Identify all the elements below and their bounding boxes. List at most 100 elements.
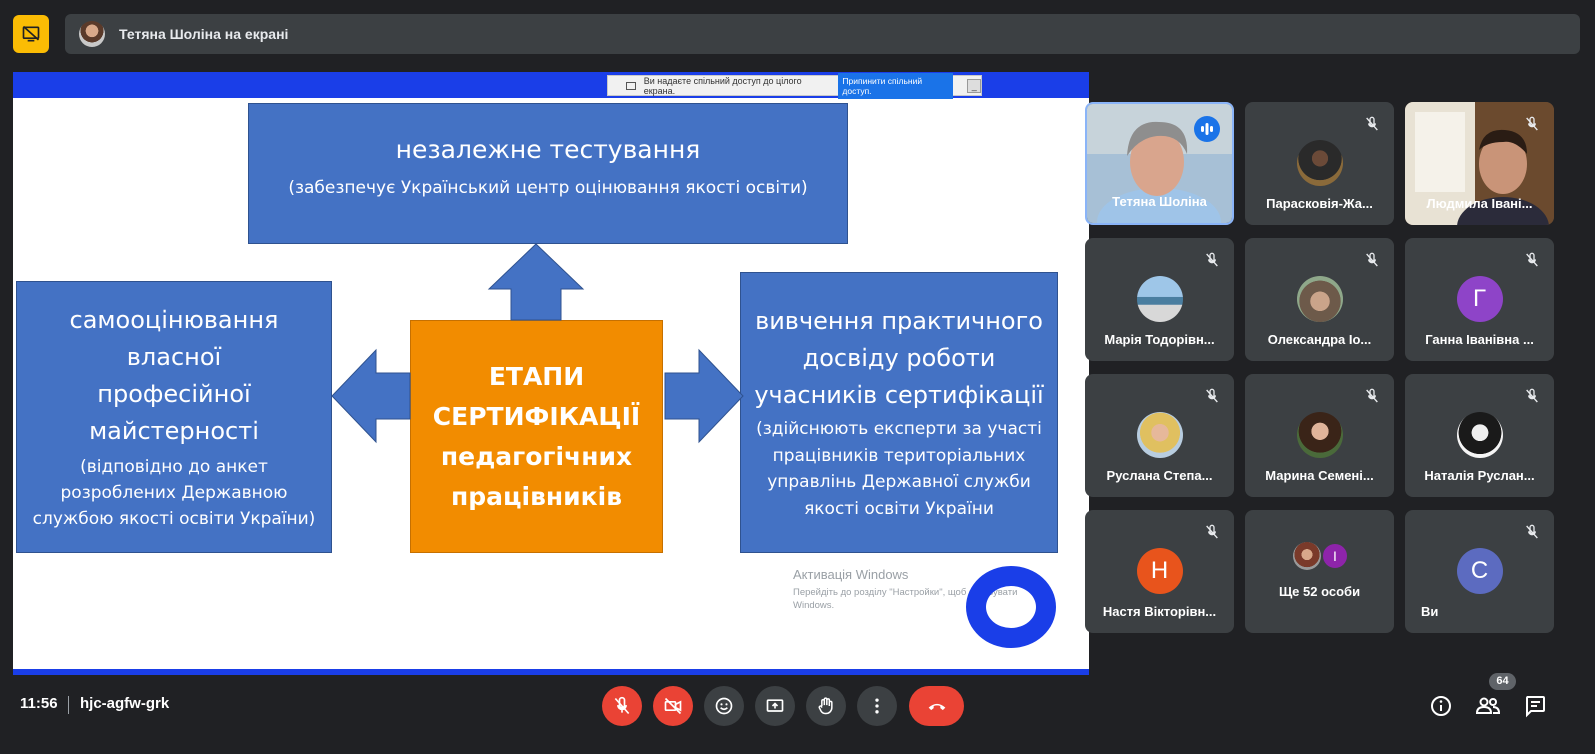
slide-center-line: СЕРТИФІКАЦІЇ [432,401,641,431]
slide-left-subline: (відповідно до анкет [80,457,268,477]
slide-left-line: майстерності [89,417,259,445]
slide-bottom-bar [13,669,1089,675]
participant-avatar [1296,140,1343,186]
group-avatar-letter: І [1321,542,1349,570]
raise-hand-button[interactable] [806,686,846,726]
slide-box-left: самооцінювання власної професійної майст… [16,281,332,553]
mic-off-icon [1526,116,1538,131]
slide-left-subline: службою якості освіти України) [32,509,316,529]
participant-tile[interactable]: Парасковія-Жа... [1245,102,1394,225]
slide-center-line: ЕТАПИ [488,361,585,391]
camera-toggle-button[interactable] [653,686,693,726]
slide-top-subtitle: (забезпечує Український центр оцінювання… [288,178,808,198]
participant-name: Настя Вікторівн... [1102,604,1217,619]
more-participants-label: Ще 52 особи [1278,584,1361,599]
mic-off-icon [1206,252,1218,267]
slide-top-title: незалежне тестування [395,135,701,164]
presenter-banner-text: Тетяна Шоліна на екрані [119,26,289,42]
participant-tile[interactable]: Олександра Іо... [1245,238,1394,361]
people-count-badge: 64 [1489,673,1516,690]
mic-toggle-button[interactable] [602,686,642,726]
mic-off-icon [1206,524,1218,539]
participant-avatar: С [1456,548,1503,594]
meeting-details-button[interactable] [1427,692,1455,720]
participant-name: Людмила Івані... [1426,196,1533,211]
slide-box-top: незалежне тестування (забезпечує Українс… [248,103,848,244]
participant-name: Ви [1421,604,1439,619]
participant-name: Руслана Степа... [1106,468,1213,483]
share-screen-icon [626,81,636,90]
slide-left-subline: розроблених Державною [60,483,288,503]
more-participants-tile[interactable]: І Ще 52 особи [1245,510,1394,633]
slide-box-right: вивчення практичного досвіду роботи учас… [740,272,1058,553]
present-off-icon [22,25,40,42]
screen-share-strip: Ви надаєте спільний доступ до цілого екр… [607,72,982,99]
meeting-time: 11:56 [20,695,58,712]
slide-right-line: вивчення практичного [755,307,1043,335]
presenting-indicator-button[interactable] [13,15,49,53]
mic-off-icon [1366,116,1378,131]
slide-right-subline: працівників територіальних [772,445,1026,466]
stop-sharing-button[interactable]: Припинити спільний доступ. [838,72,954,99]
slide-right-subline: (здійснюють експерти за участі [756,419,1042,439]
bottom-divider [68,696,69,714]
participant-name: Марія Тодорівн... [1104,332,1215,347]
minimize-strip-button[interactable]: _ [967,78,981,93]
mic-off-icon [1526,388,1538,403]
more-options-button[interactable] [857,686,897,726]
participant-avatar [1136,276,1183,322]
participant-name: Олександра Іо... [1267,332,1372,347]
participant-avatar [1456,412,1503,458]
participant-tile[interactable]: Тетяна Шоліна [1085,102,1234,225]
reactions-button[interactable] [704,686,744,726]
mic-off-icon [1366,388,1378,403]
mic-off-icon [614,696,630,715]
slide-center-line: працівників [450,481,623,511]
info-icon [1431,696,1451,716]
raise-hand-icon [818,697,833,715]
participant-tile[interactable]: Марина Семені... [1245,374,1394,497]
mic-off-icon [1366,252,1378,267]
chat-icon [1526,696,1545,718]
arrow-right-icon [664,348,744,444]
participant-name: Марина Семені... [1265,468,1374,483]
people-icon [1475,697,1501,714]
slide-left-line: власної [126,343,222,371]
chat-button[interactable] [1521,692,1549,720]
people-button[interactable] [1474,692,1502,720]
slide-right-line: досвіду роботи [802,344,996,372]
participant-tile-self[interactable]: С Ви [1405,510,1554,633]
participant-tile[interactable]: Людмила Івані... [1405,102,1554,225]
participant-name: Парасковія-Жа... [1266,196,1373,211]
presenter-avatar [79,21,105,47]
participant-name: Тетяна Шоліна [1112,194,1207,209]
participant-tile[interactable]: Марія Тодорівн... [1085,238,1234,361]
more-icon [875,698,879,714]
participant-tile[interactable]: Г Ганна Іванівна ... [1405,238,1554,361]
meeting-code: hjc-agfw-grk [80,695,170,712]
participant-name: Наталія Руслан... [1424,468,1535,483]
share-strip-message: Ви надаєте спільний доступ до цілого екр… [643,75,802,96]
present-screen-button[interactable] [755,686,795,726]
participant-tile[interactable]: Наталія Руслан... [1405,374,1554,497]
speaking-icon [1194,116,1220,142]
blue-ring-shape [966,566,1056,648]
participant-name: Ганна Іванівна ... [1425,332,1534,347]
participant-tile[interactable]: Н Настя Вікторівн... [1085,510,1234,633]
slide-left-line: самооцінювання [69,306,279,334]
participant-tile[interactable]: Руслана Степа... [1085,374,1234,497]
slide-right-line: учасників сертифікації [754,381,1044,409]
presenter-banner: Тетяна Шоліна на екрані [65,14,1580,54]
arrow-up-icon [487,243,585,321]
slide-box-center: ЕТАПИ СЕРТИФІКАЦІЇ педагогічних працівни… [410,320,663,553]
hang-up-icon [928,703,945,711]
leave-call-button[interactable] [909,686,964,726]
mic-off-icon [1206,388,1218,403]
camera-off-icon [664,697,682,715]
participant-avatar [1136,412,1183,458]
present-screen-icon [766,699,784,712]
emoji-icon [715,697,733,715]
slide-center-line: педагогічних [440,441,633,471]
arrow-left-icon [331,348,411,444]
group-avatar-photo [1293,542,1321,570]
